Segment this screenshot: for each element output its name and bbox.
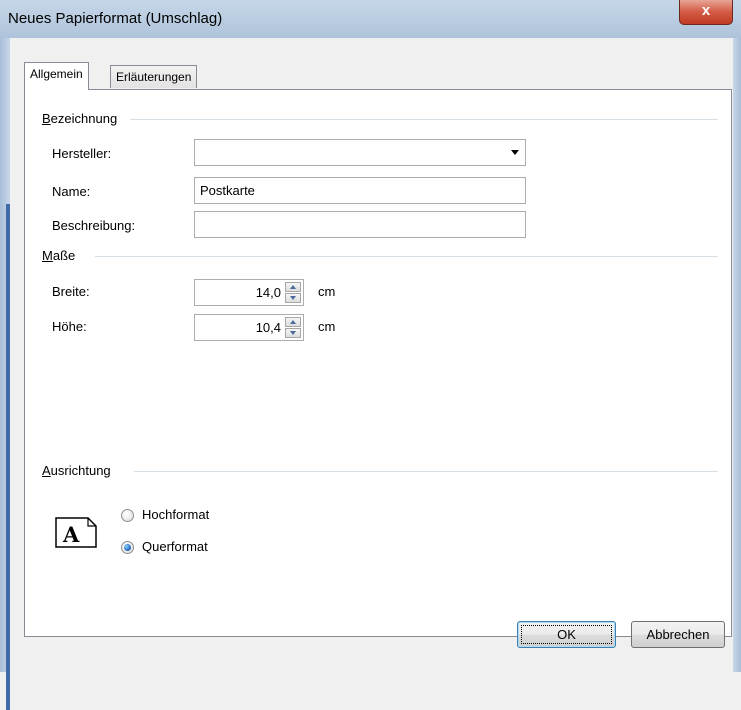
hoehe-label: Höhe: — [52, 319, 87, 334]
breite-unit: cm — [318, 284, 336, 299]
dialog-client-area: Allgemein Erläuterungen Bezeichnung Hers… — [10, 38, 733, 672]
cancel-button[interactable]: Abbrechen — [631, 621, 725, 648]
hoehe-spin-down-icon[interactable] — [285, 328, 301, 338]
breite-value: 14,0 — [255, 285, 281, 300]
window-title: Neues Papierformat (Umschlag) — [8, 10, 223, 27]
name-input[interactable]: Postkarte — [194, 177, 526, 204]
window-left-border — [0, 38, 10, 710]
hersteller-dropdown[interactable] — [194, 139, 526, 166]
ausrichtung-section-label: Ausrichtung — [42, 463, 119, 478]
tab-panel-allgemein — [24, 89, 732, 637]
hoehe-value: 10,4 — [255, 320, 281, 335]
bezeichnung-divider — [130, 119, 718, 120]
orientation-icon-letter: A — [62, 522, 80, 547]
dialog-window: Neues Papierformat (Umschlag) x Allgemei… — [0, 0, 741, 710]
name-label: Name: — [52, 184, 91, 199]
ausrichtung-mnemonic: A — [42, 463, 51, 478]
bezeichnung-section-label: Bezeichnung — [42, 111, 126, 126]
querformat-label[interactable]: Querformat — [142, 539, 208, 554]
querformat-radio[interactable] — [121, 541, 134, 554]
bezeichnung-mnemonic: B — [42, 111, 51, 126]
hochformat-radio[interactable] — [121, 509, 134, 522]
bezeichnung-label-text: ezeichnung — [50, 111, 118, 126]
beschreibung-input[interactable] — [194, 211, 526, 238]
ausrichtung-divider — [134, 471, 718, 472]
masse-divider — [95, 256, 718, 257]
masse-label-text: aße — [52, 248, 76, 263]
close-button[interactable]: x — [679, 0, 733, 25]
ausrichtung-label-text: usrichtung — [50, 463, 111, 478]
breite-spin-down-icon[interactable] — [285, 293, 301, 303]
breite-stepper[interactable]: 14,0 — [194, 279, 304, 306]
page-orientation-icon: A — [55, 517, 97, 548]
masse-section-label: Maße — [42, 248, 84, 263]
breite-spin-buttons — [285, 282, 301, 303]
hersteller-label: Hersteller: — [52, 146, 112, 161]
focus-rect — [521, 625, 612, 644]
hoehe-spin-up-icon[interactable] — [285, 317, 301, 327]
tab-allgemein[interactable]: Allgemein — [24, 62, 89, 90]
hoehe-unit: cm — [318, 319, 336, 334]
beschreibung-label: Beschreibung: — [52, 218, 136, 233]
hoehe-stepper[interactable]: 10,4 — [194, 314, 304, 341]
chevron-down-icon[interactable] — [511, 150, 519, 155]
hochformat-label[interactable]: Hochformat — [142, 507, 209, 522]
ok-button[interactable]: OK — [517, 621, 616, 648]
hoehe-spin-buttons — [285, 317, 301, 338]
window-right-border — [733, 38, 741, 672]
breite-spin-up-icon[interactable] — [285, 282, 301, 292]
title-bar[interactable]: Neues Papierformat (Umschlag) x — [0, 0, 741, 38]
breite-label: Breite: — [52, 284, 90, 299]
masse-mnemonic: M — [42, 248, 53, 263]
tab-erlaeuterungen[interactable]: Erläuterungen — [110, 65, 198, 88]
